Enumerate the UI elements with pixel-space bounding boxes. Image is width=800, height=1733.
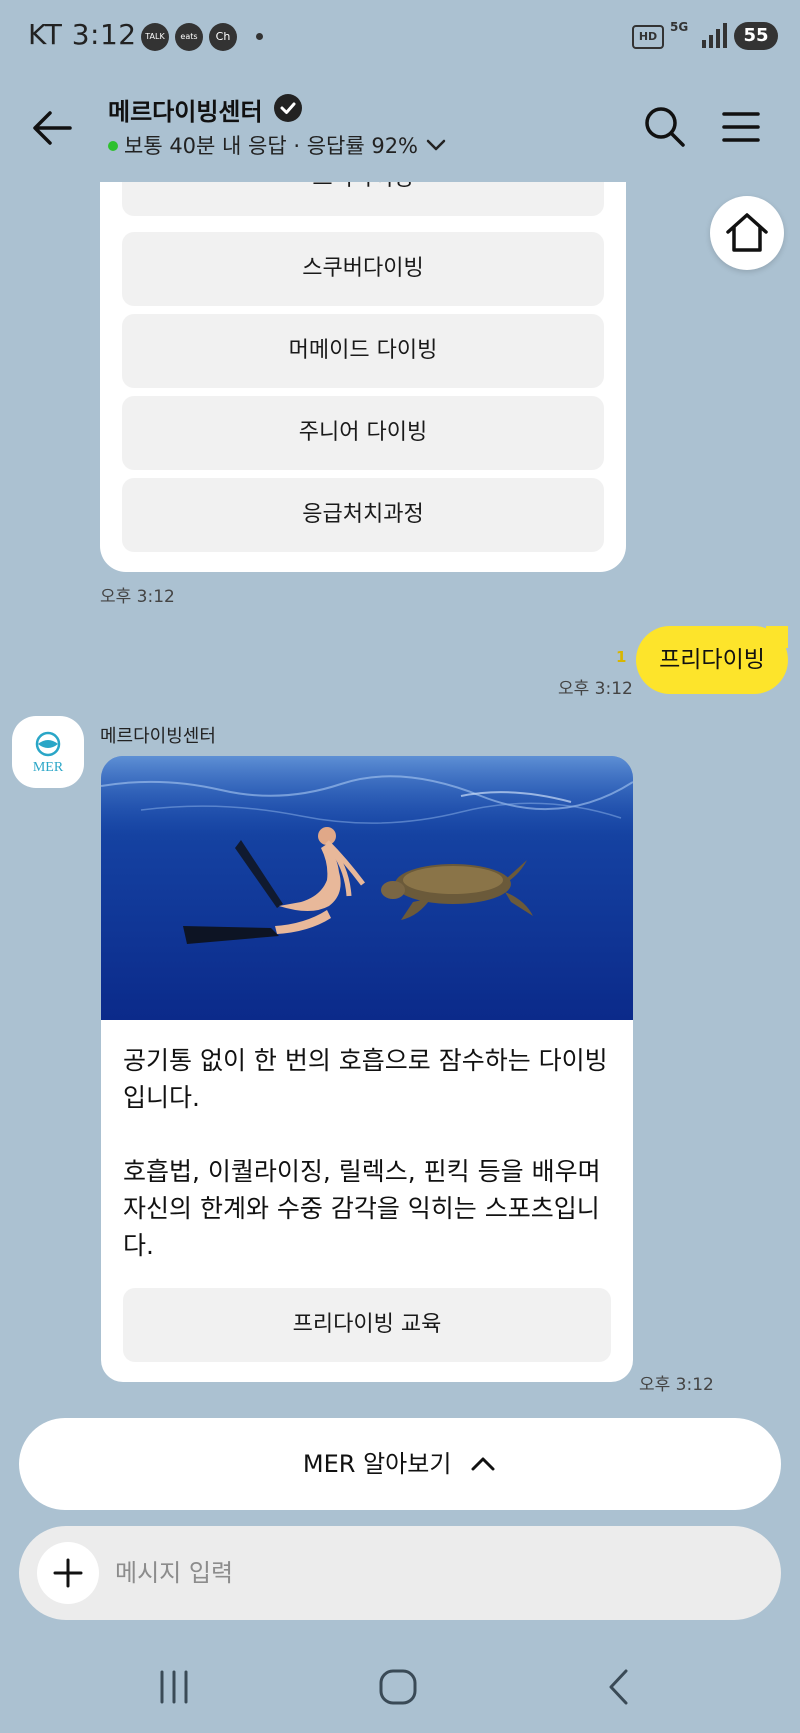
description-paragraph-2: 호흡법, 이퀄라이징, 릴렉스, 핀킥 등을 배우며 자신의 한계와 수중 감각… [123,1157,601,1260]
status-bar: KT 3:12 TALK eats Ch HD 5G 55 [0,0,800,72]
option-freediving-button[interactable]: 프리다이빙 [122,182,604,216]
arrow-left-icon [33,111,72,145]
sender-name: 메르다이빙센터 [100,726,216,747]
option-junior-button[interactable]: 주니어 다이빙 [122,396,604,470]
chat-scroll-area[interactable]: 프리다이빙 스쿠버다이빙 머메이드 다이빙 주니어 다이빙 응급처치과정 오후 … [0,182,800,1412]
network-5g-icon: 5G [670,20,689,34]
system-nav-bar [0,1640,800,1733]
freediving-education-button[interactable]: 프리다이빙 교육 [123,1288,611,1362]
hd-voice-icon: HD [632,25,664,49]
chevron-down-icon [426,139,445,151]
my-message-bubble[interactable]: 프리다이빙 [636,626,788,694]
response-rate-text: 보통 40분 내 응답 · 응답률 92% [124,134,419,158]
back-nav-icon[interactable] [604,1668,634,1706]
verified-badge-icon [274,94,302,122]
home-nav-icon[interactable] [378,1668,418,1706]
battery-icon: 55 [734,22,778,50]
my-message-time: 오후 3:12 [558,679,633,699]
unread-count: 1 [616,648,627,666]
home-button[interactable] [710,196,784,270]
signal-icon [702,22,730,48]
menu-button[interactable] [716,102,766,152]
eats-notification-icon: eats [175,23,203,51]
home-icon [726,213,768,252]
message-input[interactable]: 메시지 입력 [115,1526,233,1620]
chat-header: 메르다이빙센터 보통 40분 내 응답 · 응답률 92% [0,72,800,182]
response-rate-row[interactable]: 보통 40분 내 응답 · 응답률 92% [108,130,447,160]
freediver-turtle-photo[interactable] [101,756,633,1020]
chevron-up-icon [471,1457,495,1471]
recent-apps-icon[interactable] [156,1670,192,1704]
channel-notification-icon: Ch [209,23,237,51]
mer-logo-icon: MER [33,731,64,775]
freediving-info-card: 공기통 없이 한 번의 호흡으로 잠수하는 다이빙입니다. 호흡법, 이퀄라이징… [101,756,633,1382]
back-button[interactable] [26,100,82,156]
more-notifications-dot [256,33,263,40]
hamburger-menu-icon [722,112,760,142]
attach-button[interactable] [37,1542,99,1604]
plus-icon [53,1558,83,1588]
option-scuba-button[interactable]: 스쿠버다이빙 [122,232,604,306]
menu-card-time: 오후 3:12 [100,587,175,607]
svg-text:MER: MER [33,760,64,775]
freediving-description: 공기통 없이 한 번의 호흡으로 잠수하는 다이빙입니다. 호흡법, 이퀄라이징… [123,1042,613,1264]
search-icon [645,107,685,147]
online-status-dot [108,141,118,151]
carrier-time: KT 3:12 [28,18,137,51]
channel-avatar[interactable]: MER [12,716,84,788]
option-first-aid-button[interactable]: 응급처치과정 [122,478,604,552]
kakaotalk-notification-icon: TALK [141,23,169,51]
bot-message-time: 오후 3:12 [639,1375,714,1395]
search-button[interactable] [640,102,690,152]
menu-card: 프리다이빙 스쿠버다이빙 머메이드 다이빙 주니어 다이빙 응급처치과정 [100,182,626,572]
mer-menu-label: MER 알아보기 [302,1450,452,1478]
option-mermaid-button[interactable]: 머메이드 다이빙 [122,314,604,388]
channel-title[interactable]: 메르다이빙센터 [108,92,263,127]
mer-menu-toggle[interactable]: MER 알아보기 [19,1418,781,1510]
description-paragraph-1: 공기통 없이 한 번의 호흡으로 잠수하는 다이빙입니다. [123,1046,608,1112]
message-input-bar[interactable]: 메시지 입력 [19,1526,781,1620]
